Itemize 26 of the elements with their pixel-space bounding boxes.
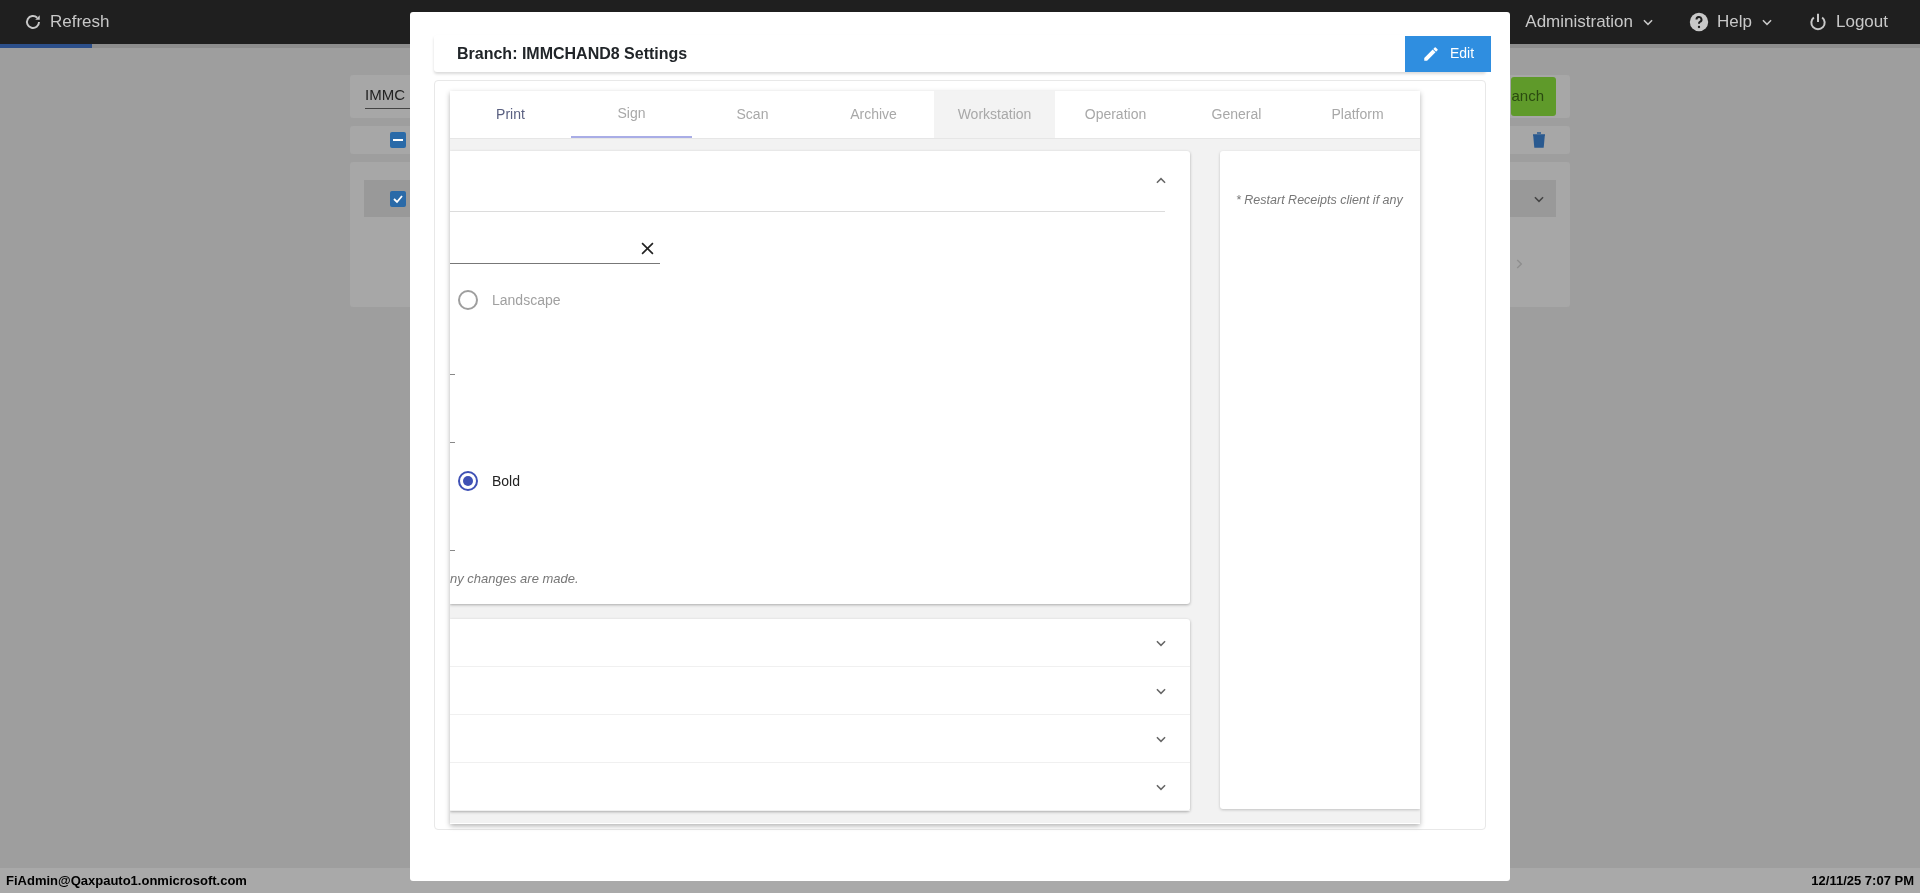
- modal-title: Branch: IMMCHAND8 Settings: [457, 43, 688, 64]
- field-underline: [450, 374, 455, 375]
- date-time-text: 12/11/25 7:07 PM: [1811, 871, 1914, 890]
- nav-menu-button[interactable]: Administration: [1525, 9, 1656, 35]
- help-icon: [1689, 12, 1710, 32]
- add-branch-button[interactable]: anch: [1511, 77, 1556, 116]
- refresh-button[interactable]: Refresh: [24, 9, 110, 35]
- select-all-checkbox[interactable]: [390, 132, 406, 148]
- clear-icon: [641, 242, 654, 255]
- refresh-icon: [24, 13, 42, 31]
- power-icon: [1808, 12, 1828, 32]
- field-underline: [450, 442, 455, 443]
- radio-label: Landscape: [492, 290, 561, 310]
- trash-icon: [1532, 132, 1546, 148]
- radio-label: Bold: [492, 471, 521, 491]
- edit-button[interactable]: Edit: [1405, 35, 1491, 72]
- settings-tab[interactable]: Workstation: [934, 91, 1055, 138]
- row-checkbox[interactable]: [390, 190, 406, 207]
- user-account-text: FiAdmin@Qaxpauto1.onmicrosoft.com: [6, 871, 247, 890]
- radio-button[interactable]: [458, 471, 478, 491]
- nav-menu-button[interactable]: Logout: [1808, 9, 1888, 35]
- help-note: ny changes are made.: [450, 570, 580, 588]
- nav-menu-button[interactable]: Help: [1689, 9, 1774, 35]
- restart-note: * Restart Receipts client if any: [1236, 192, 1404, 209]
- pencil-icon: [1421, 44, 1440, 63]
- field-underline: [450, 550, 455, 551]
